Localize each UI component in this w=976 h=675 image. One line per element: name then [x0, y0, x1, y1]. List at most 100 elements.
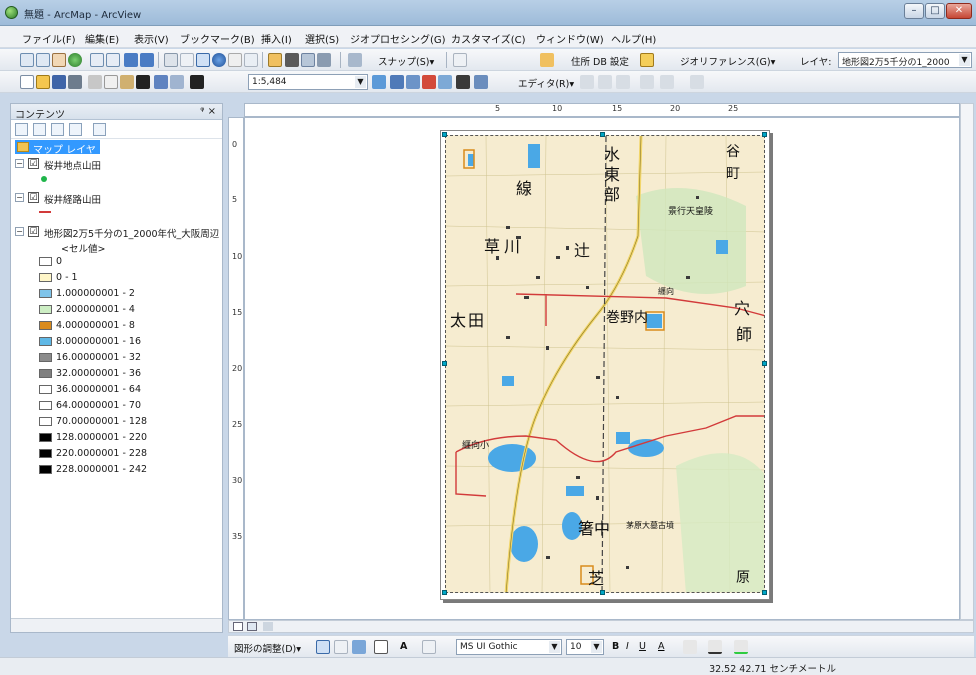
resize-handle[interactable] — [442, 132, 447, 137]
options-icon[interactable] — [93, 123, 106, 136]
layer-visibility-checkbox[interactable]: ☑ — [28, 192, 39, 203]
select-features-icon[interactable] — [164, 53, 178, 67]
binoculars-icon[interactable] — [285, 53, 299, 67]
resize-handle[interactable] — [762, 132, 767, 137]
identify-icon[interactable] — [212, 53, 226, 67]
close-button[interactable]: ✕ — [946, 3, 972, 19]
undo-icon[interactable] — [154, 75, 168, 89]
fixed-zoom-out-icon[interactable] — [106, 53, 120, 67]
editor-toolbar-icon[interactable] — [372, 75, 386, 89]
line-color-icon[interactable] — [708, 640, 722, 654]
minimize-button[interactable]: – — [904, 3, 924, 19]
zoom-whole-page-icon[interactable] — [352, 640, 366, 654]
back-arrow-icon[interactable] — [124, 53, 138, 67]
edit-vertices-icon[interactable] — [640, 75, 654, 89]
copy-icon[interactable] — [104, 75, 118, 89]
menu-insert[interactable]: 挿入(I) — [261, 31, 292, 46]
add-data-icon[interactable] — [190, 75, 204, 89]
resize-handle[interactable] — [762, 361, 767, 366]
list-by-source-icon[interactable] — [33, 123, 46, 136]
fill-color-icon[interactable] — [683, 640, 697, 654]
paste-icon[interactable] — [120, 75, 134, 89]
layer-visibility-checkbox[interactable]: ☑ — [28, 226, 39, 237]
cut-icon[interactable] — [88, 75, 102, 89]
zoom-in-icon[interactable] — [20, 53, 34, 67]
catalog-window-icon[interactable] — [406, 75, 420, 89]
straight-segment-icon[interactable] — [598, 75, 612, 89]
edit-tool-icon[interactable] — [580, 75, 594, 89]
python-window-icon[interactable] — [456, 75, 470, 89]
resize-handle[interactable] — [600, 590, 605, 595]
list-by-visibility-icon[interactable] — [51, 123, 64, 136]
menu-select[interactable]: 選択(S) — [305, 31, 339, 46]
bold-button[interactable]: B — [612, 641, 619, 652]
select-elements-icon[interactable] — [196, 53, 210, 67]
resize-handle[interactable] — [442, 590, 447, 595]
route-icon[interactable] — [348, 53, 362, 67]
chevron-down-icon[interactable]: ▼ — [959, 54, 970, 66]
save-icon[interactable] — [52, 75, 66, 89]
split-icon[interactable] — [660, 75, 674, 89]
menu-view[interactable]: 表示(V) — [134, 31, 169, 46]
font-select[interactable]: MS UI Gothic ▼ — [456, 639, 562, 655]
georeferencing-menu[interactable]: ジオリファレンス(G)▾ — [680, 54, 775, 68]
collapse-icon[interactable]: − — [15, 227, 24, 236]
pan-icon[interactable] — [52, 53, 66, 67]
editor-menu[interactable]: エディタ(R)▾ — [518, 76, 574, 90]
full-extent-icon[interactable] — [68, 53, 82, 67]
rectangle-icon[interactable] — [374, 640, 388, 654]
trace-icon[interactable] — [616, 75, 630, 89]
menu-edit[interactable]: 編集(E) — [85, 31, 119, 46]
new-document-icon[interactable] — [20, 75, 34, 89]
italic-button[interactable]: I — [626, 641, 629, 652]
open-folder-icon[interactable] — [36, 75, 50, 89]
georef-layer-icon[interactable] — [640, 53, 654, 67]
toc-window-icon[interactable] — [390, 75, 404, 89]
layer-visibility-checkbox[interactable]: ☑ — [28, 158, 39, 169]
print-icon[interactable] — [68, 75, 82, 89]
vertical-scrollbar[interactable] — [960, 103, 974, 620]
attributes-icon[interactable] — [690, 75, 704, 89]
arctoolbox-icon[interactable] — [438, 75, 452, 89]
data-frame[interactable]: 水 東 部 谷 町 線 景行天皇陵 草 川 辻 纒向 穴 師 太 田 巻野内 箸… — [445, 135, 765, 593]
menu-bookmarks[interactable]: ブックマーク(B) — [180, 31, 255, 46]
menu-file[interactable]: ファイル(F) — [22, 31, 76, 46]
map-scale-select[interactable]: 1:5,484 ▼ — [248, 74, 368, 90]
list-by-drawing-order-icon[interactable] — [15, 123, 28, 136]
chevron-down-icon[interactable]: ▼ — [591, 641, 602, 653]
view-switcher-bar[interactable] — [228, 620, 974, 633]
rotate-icon[interactable] — [334, 640, 348, 654]
resize-handle[interactable] — [442, 361, 447, 366]
menu-help[interactable]: ヘルプ(H) — [611, 31, 656, 46]
fixed-zoom-in-icon[interactable] — [90, 53, 104, 67]
collapse-icon[interactable]: − — [15, 159, 24, 168]
select-elements-icon[interactable] — [316, 640, 330, 654]
list-by-selection-icon[interactable] — [69, 123, 82, 136]
snap-option-icon[interactable] — [453, 53, 467, 67]
resize-handle[interactable] — [600, 132, 605, 137]
new-text-icon[interactable]: A — [400, 641, 407, 652]
toc-close-button[interactable]: ᵠ × — [200, 106, 216, 117]
forward-arrow-icon[interactable] — [140, 53, 154, 67]
snapping-menu[interactable]: スナップ(S)▾ — [378, 54, 434, 68]
refresh-icon[interactable] — [263, 622, 273, 631]
font-color-button[interactable]: A — [658, 641, 665, 652]
maximize-button[interactable]: □ — [925, 3, 945, 19]
time-slider-icon[interactable] — [317, 53, 331, 67]
clear-selection-icon[interactable] — [180, 53, 194, 67]
delete-icon[interactable] — [136, 75, 150, 89]
layout-view-icon[interactable] — [247, 622, 257, 631]
menu-geoprocessing[interactable]: ジオプロセシング(G) — [350, 31, 446, 46]
hyperlink-icon[interactable] — [244, 53, 258, 67]
marker-color-icon[interactable] — [734, 640, 748, 654]
go-to-xy-icon[interactable] — [301, 53, 315, 67]
find-icon[interactable] — [228, 53, 242, 67]
search-window-icon[interactable] — [422, 75, 436, 89]
underline-button[interactable]: U — [639, 641, 646, 652]
resize-handle[interactable] — [762, 590, 767, 595]
menu-customize[interactable]: カスタマイズ(C) — [451, 31, 526, 46]
redo-icon[interactable] — [170, 75, 184, 89]
font-size-select[interactable]: 10 ▼ — [566, 639, 604, 655]
address-locator-button[interactable]: 住所 DB 設定 — [571, 54, 629, 68]
chevron-down-icon[interactable]: ▼ — [355, 76, 366, 88]
